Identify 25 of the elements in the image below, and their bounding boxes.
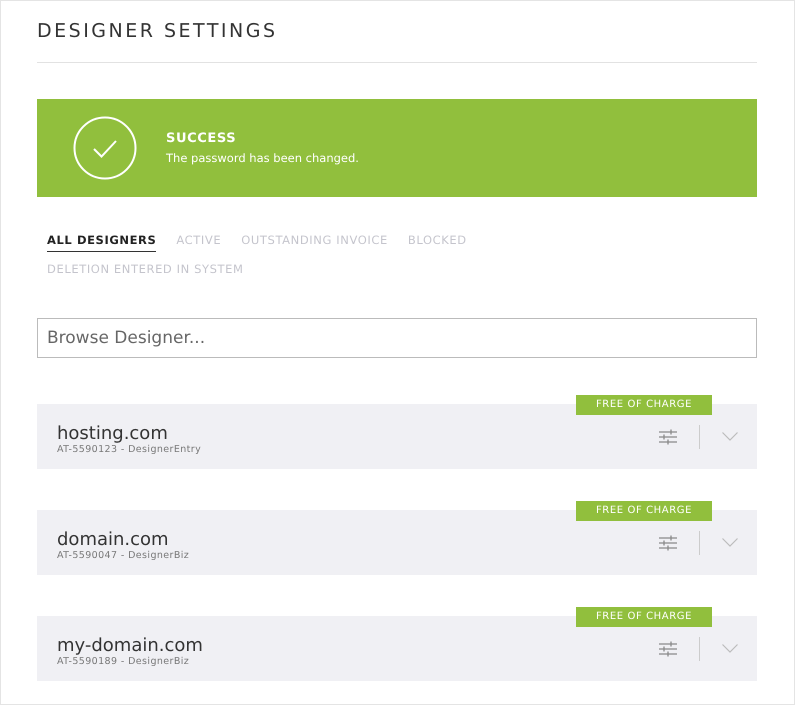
domain-name: hosting.com	[57, 424, 169, 444]
filter-tab[interactable]: BLOCKED	[408, 233, 467, 252]
alert-message: The password has been changed.	[166, 151, 359, 165]
designer-details: AT-5590047 - DesignerBiz	[57, 550, 190, 561]
filter-tab[interactable]: DELETION ENTERED IN SYSTEM	[47, 262, 244, 281]
page-title: DESIGNER SETTINGS	[37, 19, 279, 43]
sliders-icon[interactable]	[659, 428, 677, 444]
sliders-icon[interactable]	[659, 640, 677, 656]
chevron-down-icon[interactable]	[722, 432, 738, 441]
sliders-icon[interactable]	[659, 534, 677, 550]
designer-details: AT-5590123 - DesignerEntry	[57, 444, 202, 455]
checkmark-circle-icon	[73, 116, 137, 180]
domain-name: my-domain.com	[57, 636, 203, 656]
chevron-down-icon[interactable]	[722, 538, 738, 547]
filter-tab[interactable]: ACTIVE	[176, 233, 222, 252]
search-field[interactable]: Browse Designer...	[37, 318, 757, 358]
filter-tab[interactable]: ALL DESIGNERS	[47, 233, 156, 252]
domain-name: domain.com	[57, 530, 170, 550]
plan-badge: FREE OF CHARGE	[576, 607, 712, 627]
chevron-down-icon[interactable]	[722, 644, 738, 653]
designer-details: AT-5590189 - DesignerBiz	[57, 656, 190, 667]
plan-badge: FREE OF CHARGE	[576, 501, 712, 521]
alert-heading: SUCCESS	[166, 131, 238, 146]
filter-tab[interactable]: OUTSTANDING INVOICE	[241, 233, 388, 252]
plan-badge: FREE OF CHARGE	[576, 395, 712, 415]
